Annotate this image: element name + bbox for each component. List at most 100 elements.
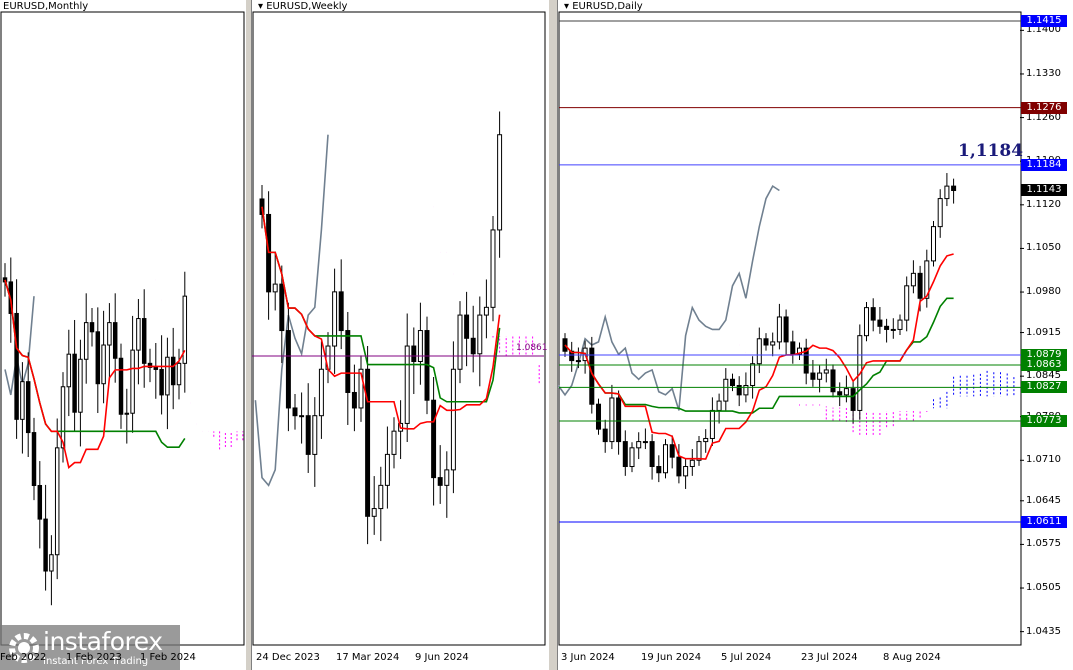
candle-body (683, 466, 689, 477)
candle-body (371, 508, 377, 517)
candle-body (101, 344, 106, 385)
candle-body (450, 368, 456, 471)
candle-body (669, 444, 675, 458)
candle (770, 332, 776, 357)
candle-body (490, 229, 496, 308)
candle-body (305, 415, 311, 455)
weekly-chart-panel[interactable]: ▾ EURUSD,Weekly 24 Dec 2023 17 Mar 2024 … (252, 0, 548, 670)
candle-body (391, 430, 397, 455)
x-label: 23 Jul 2024 (801, 652, 858, 663)
candle (810, 359, 816, 387)
candle-body (332, 291, 338, 347)
x-label: 1 Feb 2023 (66, 652, 122, 663)
candle-body (817, 372, 823, 380)
candle (683, 459, 689, 489)
candle (170, 327, 176, 410)
candle (709, 397, 715, 446)
candle (636, 432, 642, 460)
candle (14, 279, 19, 439)
candle-body (776, 316, 782, 343)
x-label: 5 Jul 2024 (721, 652, 772, 663)
price-tick-label: 1.0575 (1026, 538, 1061, 550)
candle-body (622, 441, 628, 468)
monthly-chart-panel[interactable]: EURUSD,Monthly Feb 2022 1 Feb 2023 1 Feb… (0, 0, 245, 670)
candle-body (729, 378, 736, 387)
candle (358, 355, 364, 422)
candle (776, 303, 782, 350)
candle-body (884, 325, 890, 330)
candle (783, 309, 789, 355)
candle-body (723, 378, 729, 402)
candle-body (20, 381, 25, 420)
monthly-chart[interactable] (0, 0, 245, 670)
x-label: 17 Mar 2024 (336, 652, 400, 663)
candle (910, 260, 916, 294)
x-label: Feb 2022 (0, 652, 47, 663)
candle-body (917, 272, 923, 299)
price-tick-label: 1.0710 (1026, 454, 1061, 466)
candle (602, 419, 608, 453)
price-tick-label: 1.0645 (1026, 494, 1061, 506)
candle-body (437, 477, 443, 486)
kijun-sen-line (4, 279, 186, 449)
weekly-chart-title: ▾ EURUSD,Weekly (258, 1, 348, 12)
candle-body (118, 357, 124, 415)
candle (796, 342, 803, 360)
candle (890, 318, 896, 339)
candle-body (783, 316, 789, 343)
candle (417, 302, 423, 385)
candle-body (37, 485, 43, 520)
candle (165, 337, 170, 430)
candle-body (483, 306, 489, 316)
candle-body (843, 388, 849, 396)
candle (305, 383, 311, 473)
price-tick-label: 1.0435 (1026, 625, 1061, 637)
candle-body (31, 432, 37, 487)
candle (689, 449, 695, 476)
x-label: 24 Dec 2023 (256, 652, 320, 663)
panel-splitter[interactable] (548, 0, 558, 670)
candle-body (285, 330, 291, 409)
candle-body (141, 318, 147, 364)
candle-body (89, 322, 95, 333)
price-tick-label: 1.1120 (1026, 198, 1061, 210)
candle (884, 318, 890, 343)
candle (378, 466, 384, 542)
panel-splitter[interactable] (245, 0, 252, 670)
price-tick-label: 1.0915 (1026, 326, 1061, 338)
candle (703, 429, 709, 453)
candle-body (49, 554, 54, 572)
price-tick-label: 1.1050 (1026, 242, 1061, 254)
candle (107, 303, 112, 380)
candle (437, 445, 443, 504)
candle (803, 338, 809, 385)
x-label: 1 Feb 2024 (140, 652, 196, 663)
candle-body (43, 518, 48, 572)
candle-body (78, 358, 83, 413)
candle-body (338, 291, 344, 332)
candle (444, 451, 450, 518)
candle (398, 400, 404, 460)
candle (569, 341, 575, 372)
candle-body (72, 353, 77, 413)
candle-body (431, 399, 437, 479)
candle (78, 339, 83, 447)
candle (830, 364, 836, 398)
candle-body (642, 441, 648, 444)
candle-body (595, 403, 602, 430)
daily-chart-panel[interactable]: ▾ EURUSD,Daily 3 Jun 2024 19 Jun 2024 5 … (558, 0, 1073, 670)
candle-body (159, 368, 164, 396)
candle-body (404, 345, 410, 424)
candle (371, 476, 377, 535)
weekly-chart[interactable] (252, 0, 548, 670)
candle (904, 276, 910, 332)
candle (37, 461, 43, 549)
candle-body (850, 388, 856, 411)
daily-chart[interactable] (558, 0, 1073, 670)
candle (843, 375, 849, 403)
candle-body (810, 372, 816, 380)
instaforex-logo: instaforex Instant Forex Trading (0, 625, 180, 670)
candle (622, 430, 628, 476)
candle (716, 393, 722, 424)
candle (124, 388, 130, 444)
